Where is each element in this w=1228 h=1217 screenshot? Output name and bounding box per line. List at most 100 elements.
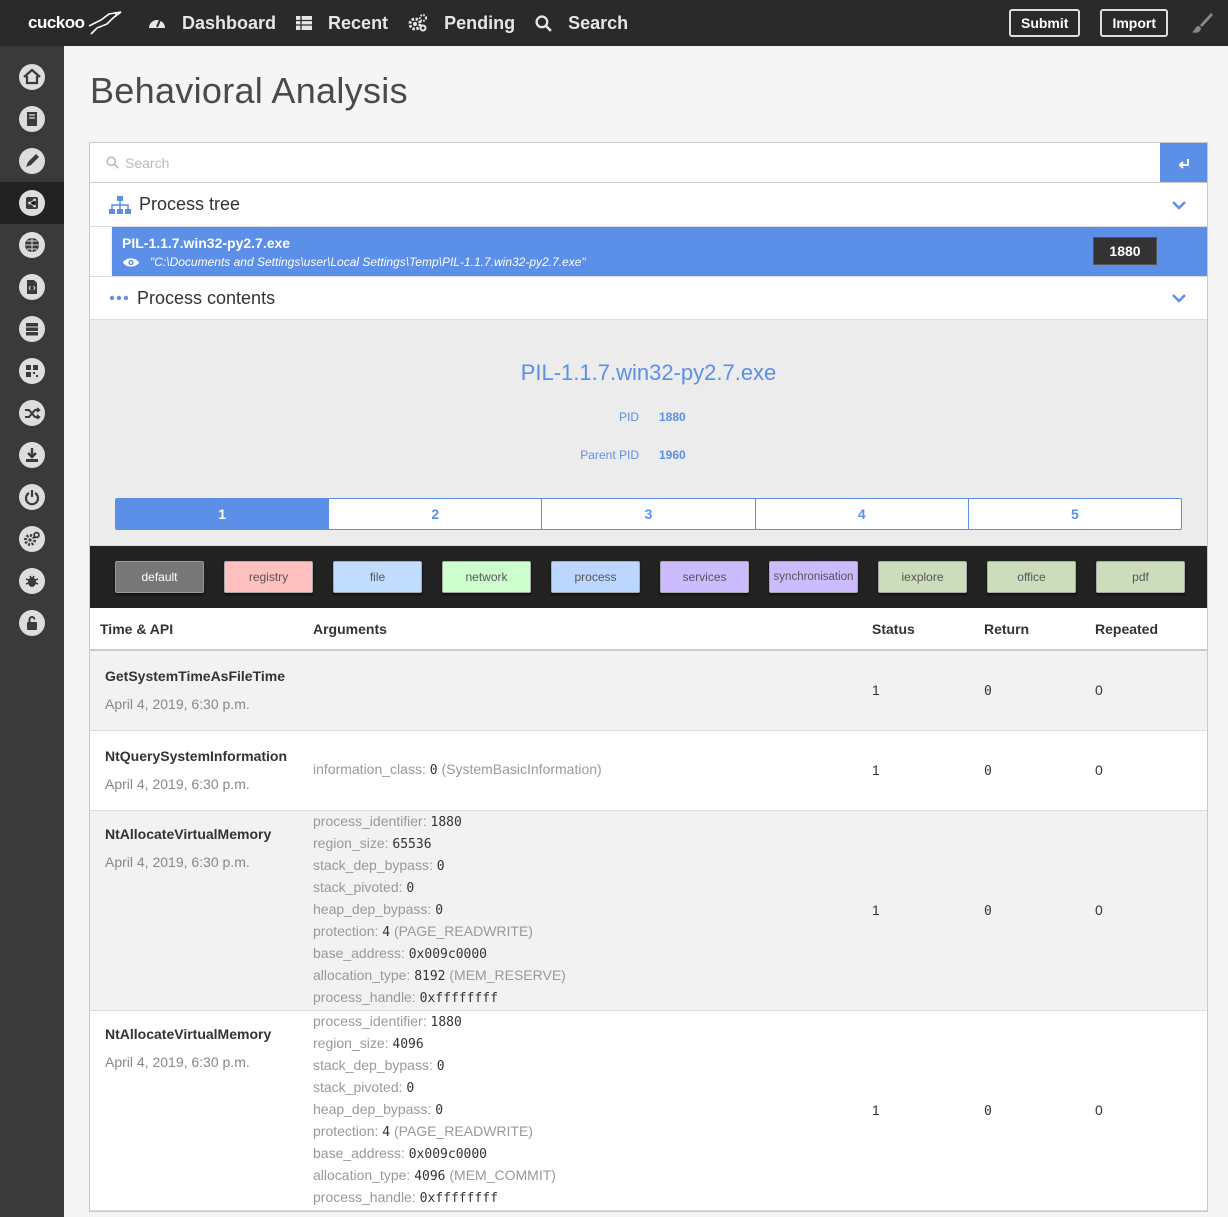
top-navbar: cuckoo Dashboard Recent Pending Search Subm… — [0, 0, 1228, 46]
filter-office-button[interactable]: office — [987, 561, 1076, 593]
sidebar-item-book[interactable] — [0, 98, 64, 140]
argument: region_size: 4096 — [313, 1033, 872, 1055]
process-tree-item[interactable]: PIL-1.1.7.win32-py2.7.exe "C:\Documents … — [110, 227, 1207, 276]
api-arguments: process_identifier: 1880 region_size: 65… — [313, 811, 872, 1009]
argument-value: 65536 — [392, 837, 432, 852]
argument-note: (PAGE_READWRITE) — [393, 923, 533, 939]
header-time-api[interactable]: Time & API — [90, 608, 313, 651]
page-button-2[interactable]: 2 — [329, 499, 543, 529]
nav-recent[interactable]: Recent — [296, 13, 388, 34]
cell-repeated: 0 — [1095, 650, 1207, 731]
sidebar-item-file-code[interactable] — [0, 266, 64, 308]
argument-value: 4096 — [392, 1037, 424, 1052]
cell-repeated: 0 — [1095, 1010, 1207, 1211]
pagination: 12345 — [115, 498, 1182, 530]
api-name: NtAllocateVirtualMemory — [105, 1025, 272, 1042]
argument-key: stack_dep_bypass: — [313, 1057, 433, 1073]
argument-value: 0 — [436, 1059, 445, 1074]
argument: stack_pivoted: 0 — [313, 877, 872, 899]
header-return[interactable]: Return — [984, 608, 1095, 651]
filter-file-button[interactable]: file — [333, 561, 422, 593]
argument-key: allocation_type: — [313, 967, 411, 983]
filter-pdf-button[interactable]: pdf — [1096, 561, 1185, 593]
argument-note: (MEM_COMMIT) — [449, 1167, 556, 1183]
page-button-1[interactable]: 1 — [116, 499, 330, 529]
nav-pending[interactable]: Pending — [408, 13, 515, 34]
cell-return: 0 — [984, 730, 1095, 811]
chevron-down-icon[interactable] — [1171, 200, 1187, 210]
argument-key: allocation_type: — [313, 1167, 411, 1183]
cell-return: 0 — [984, 650, 1095, 731]
argument: process_identifier: 1880 — [313, 1011, 872, 1033]
sidebar-item-bug[interactable] — [0, 560, 64, 602]
process-contents-name: PIL-1.1.7.win32-py2.7.exe — [520, 360, 777, 385]
filter-default-button[interactable]: default — [115, 561, 204, 593]
chevron-down-icon[interactable] — [1171, 293, 1187, 303]
cell-arguments: process_identifier: 1880 region_size: 65… — [313, 810, 872, 1011]
cell-arguments: process_identifier: 1880 region_size: 40… — [313, 1010, 872, 1211]
header-arguments[interactable]: Arguments — [313, 608, 872, 651]
sidebar-item-download[interactable] — [0, 434, 64, 476]
process-tree-title: Process tree — [139, 194, 241, 214]
argument-value: 8192 — [414, 969, 446, 984]
process-contents-header[interactable]: Process contents — [90, 276, 1207, 320]
process-tree-header[interactable]: Process tree — [90, 183, 1207, 227]
filter-synchronisation-button[interactable]: synchronisation — [769, 561, 858, 593]
argument: process_handle: 0xffffffff — [313, 1187, 872, 1209]
argument-key: heap_dep_bypass: — [313, 1101, 432, 1117]
api-arguments: process_identifier: 1880 region_size: 40… — [313, 1011, 872, 1209]
argument-key: protection: — [313, 923, 379, 939]
cuckoo-logo[interactable]: cuckoo — [0, 0, 130, 46]
paintbrush-icon[interactable] — [1188, 9, 1216, 37]
api-return: 0 — [984, 1103, 992, 1119]
argument: stack_dep_bypass: 0 — [313, 1055, 872, 1077]
argument-key: process_handle: — [313, 1189, 416, 1205]
header-status[interactable]: Status — [872, 608, 984, 651]
sidebar-item-globe[interactable] — [0, 224, 64, 266]
argument: protection: 4 (PAGE_READWRITE) — [313, 1121, 872, 1143]
page-button-4[interactable]: 4 — [756, 499, 969, 529]
eye-icon[interactable] — [122, 257, 140, 268]
filter-services-button[interactable]: services — [660, 561, 749, 593]
import-button[interactable]: Import — [1100, 9, 1168, 37]
pencil-icon — [19, 148, 45, 174]
sidebar-item-server[interactable] — [0, 308, 64, 350]
filter-iexplore-button[interactable]: iexplore — [878, 561, 967, 593]
sidebar-item-unlock[interactable] — [0, 602, 64, 644]
sidebar-item-share[interactable] — [0, 182, 64, 224]
argument-note: (PAGE_READWRITE) — [393, 1123, 533, 1139]
search-submit-button[interactable] — [1160, 143, 1207, 182]
argument-value: 0 — [435, 1103, 444, 1118]
argument-key: region_size: — [313, 835, 389, 851]
sidebar-item-home[interactable] — [0, 56, 64, 98]
filter-network-button[interactable]: network — [442, 561, 531, 593]
cogs-icon — [19, 526, 45, 552]
submit-button[interactable]: Submit — [1008, 9, 1081, 37]
argument: heap_dep_bypass: 0 — [313, 899, 872, 921]
page-button-3[interactable]: 3 — [542, 499, 756, 529]
header-repeated[interactable]: Repeated — [1095, 608, 1207, 651]
filter-process-button[interactable]: process — [551, 561, 640, 593]
home-icon — [19, 64, 45, 90]
argument-key: stack_dep_bypass: — [313, 857, 433, 873]
api-time: April 4, 2019, 6:30 p.m. — [105, 1053, 250, 1070]
page-button-5[interactable]: 5 — [969, 499, 1181, 529]
nav-dashboard[interactable]: Dashboard — [148, 13, 276, 34]
api-name: NtAllocateVirtualMemory — [105, 825, 272, 842]
search-input[interactable] — [125, 154, 1127, 171]
sidebar-item-pencil[interactable] — [0, 140, 64, 182]
argument: information_class: 0 (SystemBasicInforma… — [313, 759, 872, 781]
sidebar-item-cogs[interactable] — [0, 518, 64, 560]
argument-key: protection: — [313, 1123, 379, 1139]
sidebar-item-shuffle[interactable] — [0, 392, 64, 434]
nav-search[interactable]: Search — [535, 13, 628, 34]
api-calls-table: Time & API Arguments Status Return Repea… — [90, 608, 1207, 1211]
file-code-icon — [19, 274, 45, 300]
sidebar-item-power[interactable] — [0, 476, 64, 518]
argument-key: stack_pivoted: — [313, 1079, 403, 1095]
sidebar-item-qrcode[interactable] — [0, 350, 64, 392]
filter-registry-button[interactable]: registry — [224, 561, 313, 593]
argument: base_address: 0x009c0000 — [313, 943, 872, 965]
argument-value: 4096 — [414, 1169, 446, 1184]
argument-key: process_identifier: — [313, 1013, 427, 1029]
